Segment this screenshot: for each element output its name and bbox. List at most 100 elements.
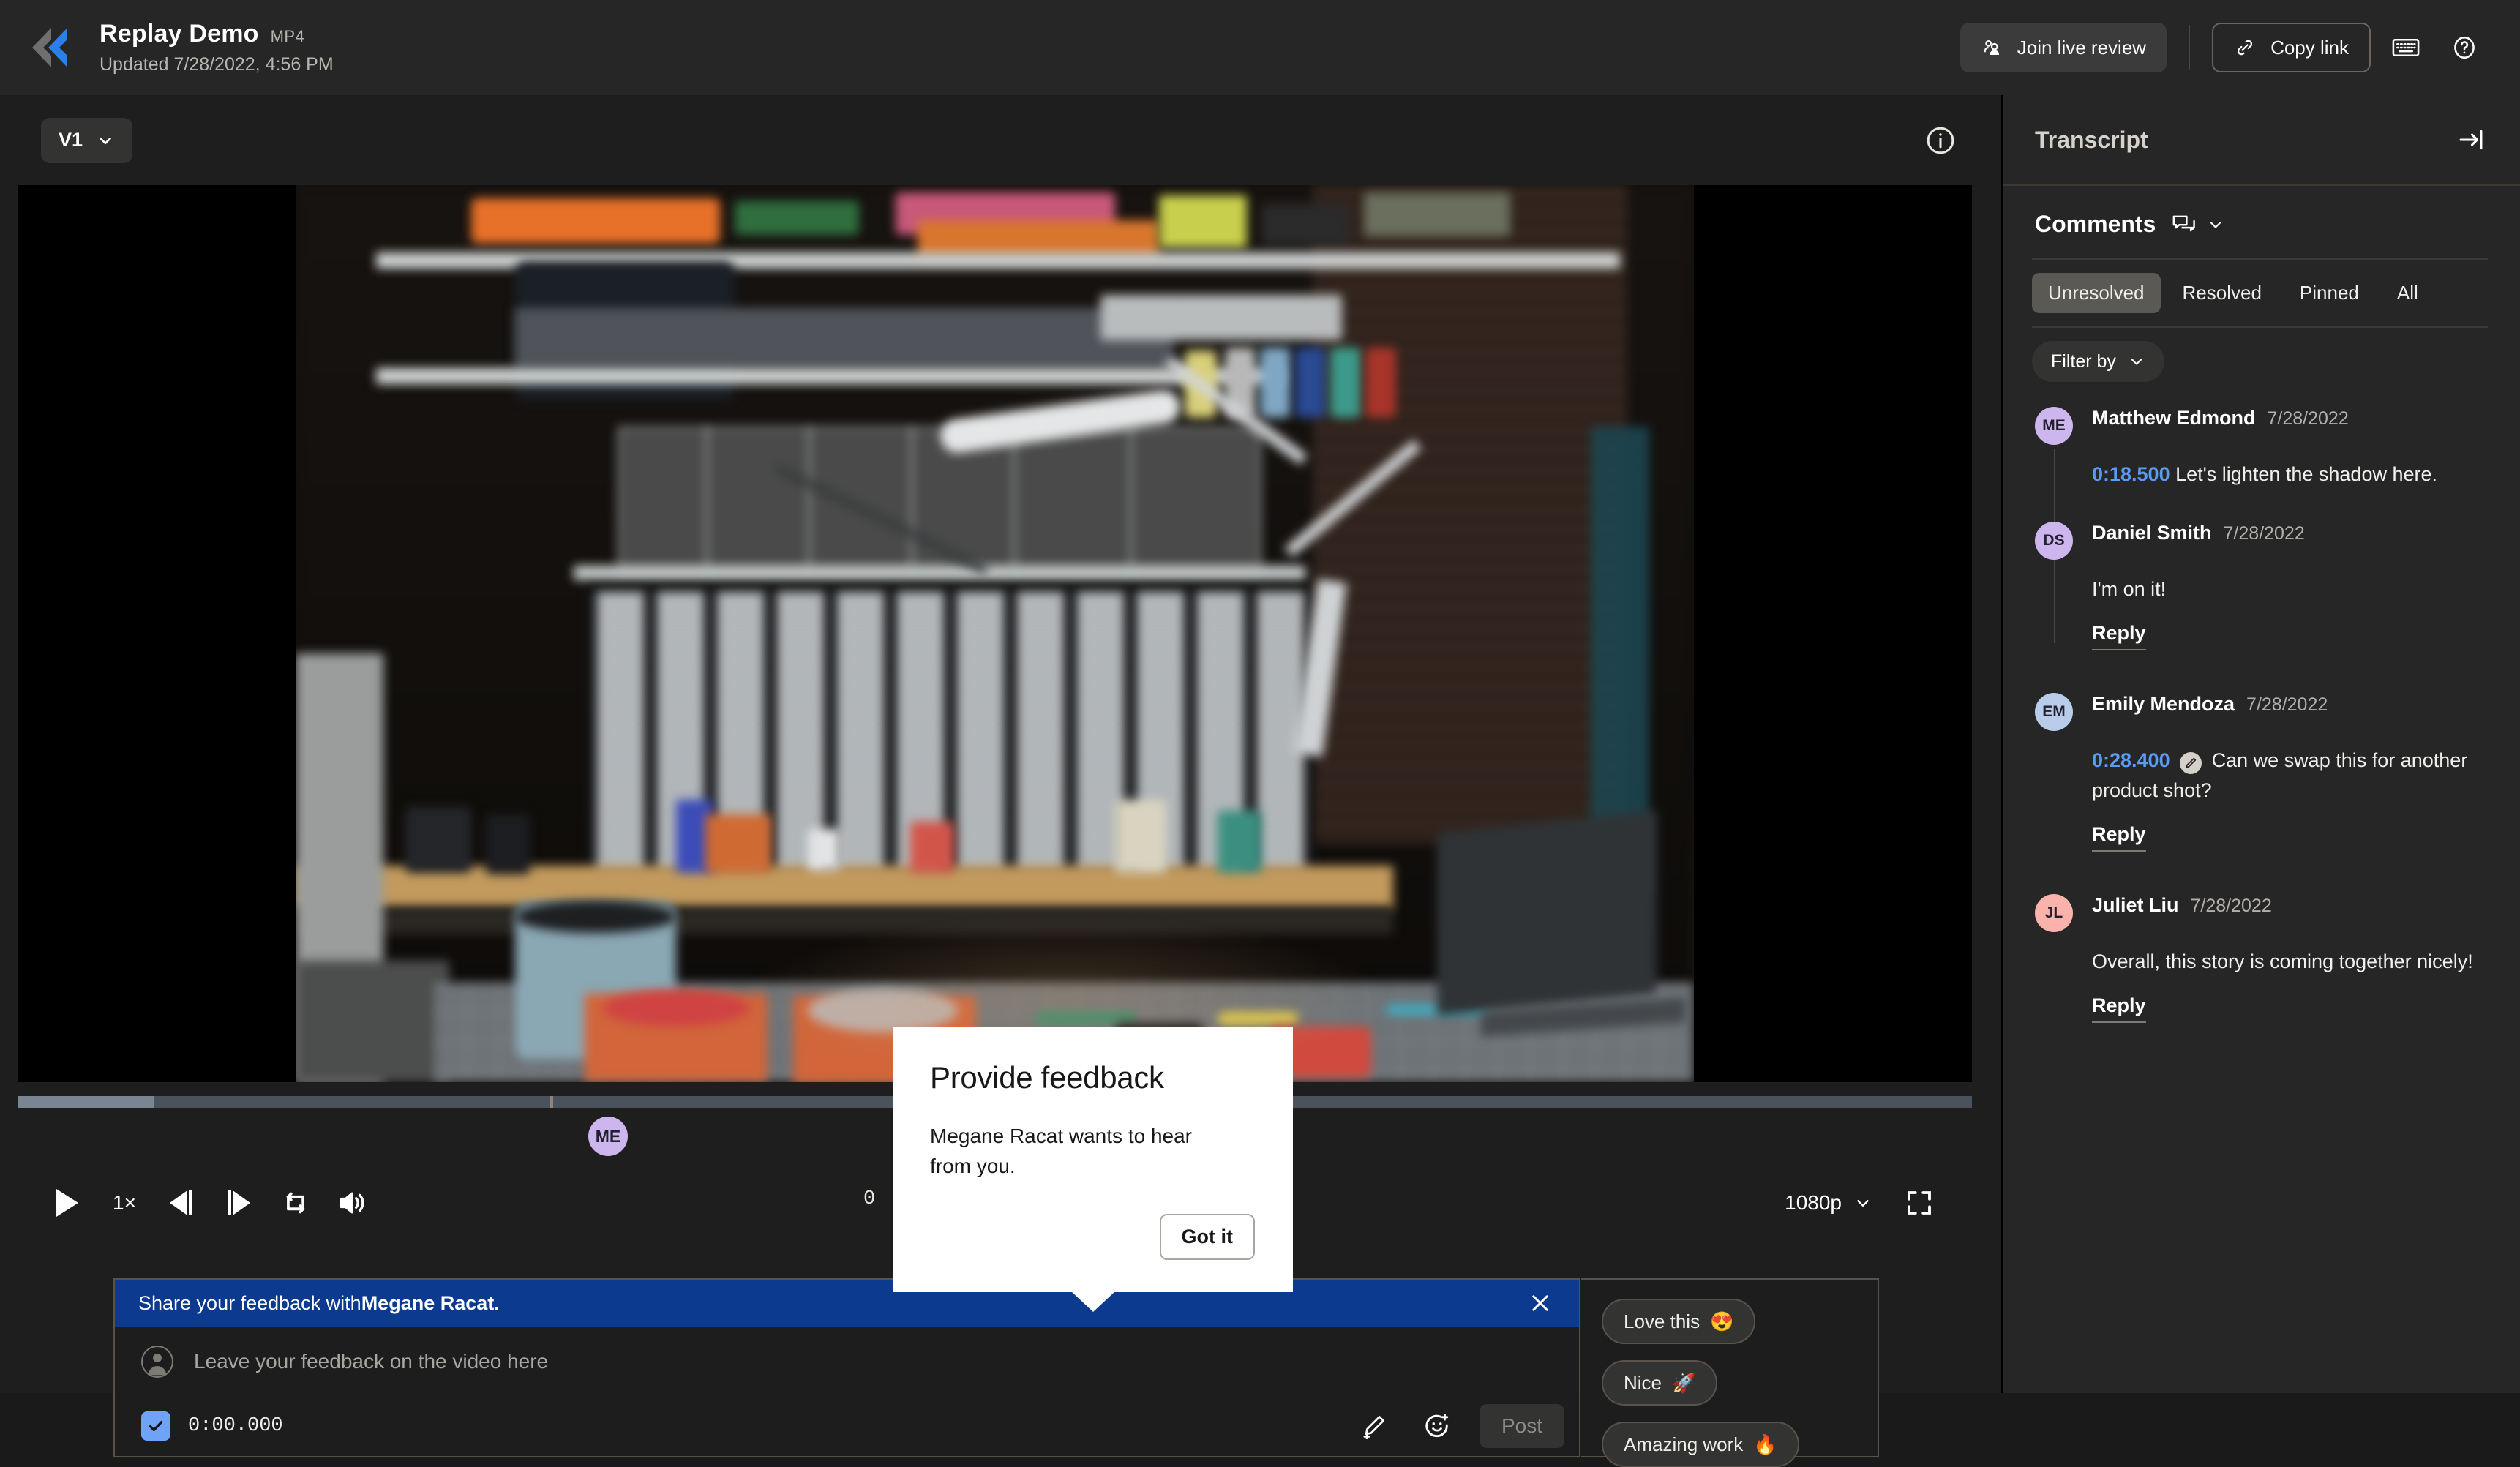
comment-date: 7/28/2022 [2267, 408, 2349, 429]
marker-initials: ME [595, 1126, 621, 1146]
keyboard-icon[interactable] [2382, 24, 2429, 71]
avatar-initials: EM [2042, 703, 2066, 721]
chevron-down-icon [1853, 1193, 1872, 1212]
filter-tab-unresolved[interactable]: Unresolved [2032, 273, 2161, 313]
comment-thread: ME Matthew Edmond 7/28/2022 0:18.500 Let… [2035, 407, 2488, 651]
avatar[interactable]: ME [2035, 407, 2073, 445]
updated-timestamp: Updated 7/28/2022, 4:56 PM [100, 54, 334, 75]
reaction-emoji: 😍 [1710, 1310, 1734, 1332]
comment-item: EM Emily Mendoza 7/28/2022 0:28.400 Can … [2035, 693, 2488, 852]
composer-banner-prefix: Share your feedback with [138, 1291, 361, 1314]
transcript-title: Transcript [2035, 126, 2148, 153]
reaction-chip[interactable]: Love this 😍 [1602, 1299, 1756, 1344]
filter-by-button[interactable]: Filter by [2032, 341, 2164, 382]
provide-feedback-tooltip: Provide feedback Megane Racat wants to h… [893, 1027, 1293, 1312]
comments-mode-selector[interactable] [2172, 214, 2224, 236]
avatar[interactable]: EM [2035, 693, 2073, 732]
comment-thread: JL Juliet Liu 7/28/2022 Overall, this st… [2035, 894, 2488, 1024]
chevron-down-icon [2128, 353, 2145, 370]
got-it-button[interactable]: Got it [1159, 1214, 1255, 1260]
post-button[interactable]: Post [1479, 1404, 1564, 1448]
timestamp-checkbox[interactable] [141, 1411, 170, 1441]
comment-body: 0:28.400 Can we swap this for another pr… [2092, 746, 2488, 806]
composer-banner: Share your feedback with Megane Racat. [115, 1280, 1579, 1327]
reaction-chip[interactable]: Nice 🚀 [1602, 1360, 1718, 1406]
chevron-down-icon [2207, 216, 2224, 233]
header-actions: Join live review Copy link [1960, 23, 2488, 72]
avatar-initials: DS [2043, 532, 2065, 549]
comment-timestamp-link[interactable]: 0:28.400 [2092, 749, 2170, 771]
comment-date: 7/28/2022 [2223, 523, 2305, 544]
playback-speed-button[interactable]: 1× [104, 1177, 145, 1228]
reply-link[interactable]: Reply [2092, 622, 2146, 651]
play-button[interactable] [47, 1177, 88, 1228]
previous-frame-button[interactable] [161, 1177, 202, 1228]
timeline-comment-marker[interactable]: ME [588, 1117, 628, 1156]
comment-text: Overall, this story is coming together n… [2092, 950, 2473, 973]
comment-author: Juliet Liu [2092, 894, 2179, 917]
composer-actions: Post [1354, 1400, 1564, 1452]
fullscreen-button[interactable] [1899, 1177, 1940, 1228]
composer-input-row[interactable]: Leave your feedback on the video here [115, 1327, 1579, 1397]
filter-tab-all[interactable]: All [2381, 273, 2434, 313]
comment-input-placeholder: Leave your feedback on the video here [194, 1350, 549, 1373]
info-icon[interactable] [1922, 122, 1959, 159]
comment-header: Daniel Smith 7/28/2022 [2092, 522, 2488, 560]
comment-threads-icon [2172, 214, 2197, 236]
reaction-label: Nice [1624, 1371, 1662, 1394]
file-title-block: Replay Demo MP4 Updated 7/28/2022, 4:56 … [100, 20, 334, 75]
file-type-badge: MP4 [270, 27, 305, 45]
avatar[interactable]: JL [2035, 894, 2073, 933]
reaction-chip[interactable]: Amazing work 🔥 [1602, 1422, 1799, 1467]
reaction-label: Love this [1624, 1310, 1700, 1332]
quality-selector[interactable]: 1080p [1785, 1191, 1872, 1215]
filter-tab-resolved[interactable]: Resolved [2167, 273, 2278, 313]
version-selector[interactable]: V1 [41, 117, 133, 163]
comment-item: JL Juliet Liu 7/28/2022 Overall, this st… [2035, 894, 2488, 1024]
filter-tab-pinned[interactable]: Pinned [2284, 273, 2375, 313]
video-frame[interactable] [296, 185, 1694, 1082]
right-sidebar: Transcript Comments Unresolved Resolved … [2001, 95, 2520, 1393]
link-icon [2234, 37, 2256, 59]
playback-speed-label: 1× [113, 1191, 136, 1214]
next-frame-button[interactable] [218, 1177, 259, 1228]
comment-header: Emily Mendoza 7/28/2022 [2092, 693, 2488, 731]
comment-body: I'm on it! [2092, 574, 2488, 604]
current-time-display: 0 [863, 1188, 876, 1210]
filter-by-row: Filter by [2032, 326, 2488, 382]
comment-thread: EM Emily Mendoza 7/28/2022 0:28.400 Can … [2035, 693, 2488, 852]
pencil-icon[interactable] [1354, 1400, 1395, 1452]
close-icon[interactable] [1523, 1286, 1557, 1320]
app-header: Replay Demo MP4 Updated 7/28/2022, 4:56 … [0, 0, 2520, 95]
emoji-add-icon[interactable] [1417, 1400, 1458, 1452]
collapse-panel-icon[interactable] [2454, 123, 2488, 157]
volume-button[interactable] [332, 1177, 373, 1228]
loop-button[interactable] [275, 1177, 316, 1228]
reply-link[interactable]: Reply [2092, 823, 2146, 852]
reply-link[interactable]: Reply [2092, 994, 2146, 1024]
comment-header: Juliet Liu 7/28/2022 [2092, 894, 2488, 932]
video-stage[interactable] [18, 185, 1972, 1082]
version-bar: V1 [0, 95, 2001, 185]
help-icon[interactable] [2441, 24, 2488, 71]
comment-author: Emily Mendoza [2092, 693, 2235, 716]
comment-item: ME Matthew Edmond 7/28/2022 0:18.500 Let… [2035, 407, 2488, 489]
reaction-label: Amazing work [1624, 1433, 1744, 1455]
join-live-review-button[interactable]: Join live review [1960, 23, 2167, 72]
tooltip-body: Megane Racat wants to hear from you. [930, 1125, 1192, 1177]
comment-header: Matthew Edmond 7/28/2022 [2092, 407, 2488, 445]
scrubber-playhead[interactable] [549, 1096, 553, 1108]
frameio-logo[interactable] [29, 26, 69, 69]
avatar[interactable]: DS [2035, 522, 2073, 560]
reaction-emoji: 🚀 [1672, 1371, 1696, 1394]
comment-date: 7/28/2022 [2190, 896, 2272, 917]
tooltip-arrow [1071, 1291, 1115, 1312]
copy-link-label: Copy link [2270, 36, 2349, 59]
comments-title: Comments [2035, 211, 2156, 237]
copy-link-button[interactable]: Copy link [2212, 23, 2371, 72]
comment-item: DS Daniel Smith 7/28/2022 I'm on it! Rep… [2035, 522, 2488, 651]
comment-timestamp-link[interactable]: 0:18.500 [2092, 463, 2170, 485]
comment-author: Daniel Smith [2092, 522, 2212, 544]
comments-header: Comments [2003, 186, 2520, 238]
filter-by-label: Filter by [2051, 350, 2116, 372]
